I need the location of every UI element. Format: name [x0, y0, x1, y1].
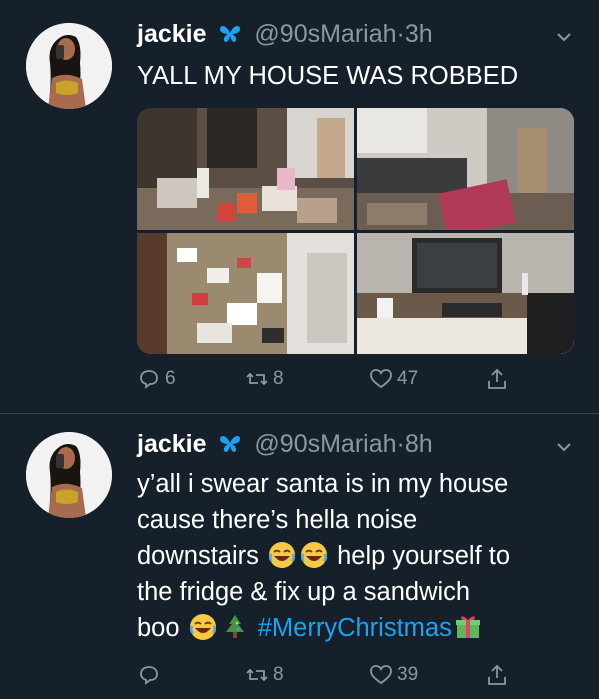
- tweet-text: YALL MY HOUSE WAS ROBBED: [137, 58, 577, 94]
- retweet-button[interactable]: 8: [245, 367, 284, 391]
- tweet-text-fragment: boo: [137, 614, 180, 642]
- separator-dot: ·: [396, 430, 405, 458]
- tweet-header: jackie @90sMariah·8h: [137, 430, 433, 459]
- reply-icon: [140, 666, 158, 685]
- avatar[interactable]: [26, 432, 112, 518]
- butterfly-icon: [213, 20, 249, 48]
- reply-button[interactable]: 6: [137, 367, 176, 391]
- retweet-button[interactable]: 8: [245, 663, 284, 687]
- reply-icon: [140, 370, 158, 389]
- tweet-text-fragment: downstairs: [137, 542, 259, 570]
- retweet-count: 8: [273, 368, 284, 389]
- media-photo-1[interactable]: [137, 108, 354, 230]
- media-photo-2[interactable]: [357, 108, 574, 230]
- avatar-photo: [26, 23, 112, 109]
- laughing-emoji-icon: [189, 614, 216, 640]
- display-name[interactable]: jackie: [137, 20, 207, 48]
- timestamp[interactable]: 3h: [405, 20, 433, 48]
- tweet-text-line: cause there’s hella noise: [137, 506, 418, 534]
- like-count: 39: [397, 664, 419, 685]
- retweet-icon: [246, 668, 268, 682]
- share-icon: [488, 368, 506, 389]
- gift-icon: [455, 616, 480, 638]
- tweet-actions: 8 39: [137, 663, 577, 693]
- tweet-text-line: downstairs help yourself to: [137, 538, 577, 574]
- media-photo-3[interactable]: [137, 232, 354, 354]
- avatar-photo: [26, 432, 112, 518]
- retweet-count: 8: [273, 664, 284, 685]
- chevron-down-icon[interactable]: [555, 438, 573, 456]
- display-name[interactable]: jackie: [137, 430, 207, 458]
- share-icon: [488, 664, 506, 685]
- heart-icon: [370, 369, 392, 389]
- tweet-2[interactable]: jackie @90sMariah·8h y’all i swear santa…: [0, 414, 599, 699]
- share-button[interactable]: [485, 367, 513, 391]
- media-grid[interactable]: [137, 108, 574, 354]
- tweet-text-line: YALL MY HOUSE WAS ROBBED: [137, 62, 519, 90]
- retweet-icon: [246, 372, 268, 386]
- like-button[interactable]: 47: [369, 367, 418, 391]
- heart-icon: [370, 665, 392, 685]
- tweet-header: jackie @90sMariah·3h: [137, 20, 433, 49]
- handle[interactable]: @90sMariah: [254, 430, 396, 458]
- separator-dot: ·: [396, 20, 405, 48]
- tweet-1[interactable]: jackie @90sMariah·3h YALL MY HOUSE WAS R…: [0, 0, 599, 413]
- like-button[interactable]: 39: [369, 663, 418, 687]
- tweet-text-fragment: help yourself to: [337, 542, 511, 570]
- media-photo-4[interactable]: [357, 232, 574, 354]
- reply-count: 6: [165, 368, 176, 389]
- timestamp[interactable]: 8h: [405, 430, 433, 458]
- laughing-emoji-icon: [268, 542, 296, 568]
- hashtag-link[interactable]: #MerryChristmas: [258, 614, 452, 642]
- tweet-text-line: the fridge & fix up a sandwich: [137, 578, 471, 606]
- share-button[interactable]: [485, 663, 513, 687]
- avatar[interactable]: [26, 23, 112, 109]
- tweet-actions: 6 8 47: [137, 367, 577, 397]
- handle[interactable]: @90sMariah: [254, 20, 396, 48]
- butterfly-icon: [213, 430, 249, 458]
- like-count: 47: [397, 368, 419, 389]
- tweet-text-line: boo #MerryChristmas: [137, 610, 577, 646]
- christmas-tree-icon: [225, 615, 244, 638]
- tweet-text: y’all i swear santa is in my house cause…: [137, 466, 577, 646]
- tweet-text-line: y’all i swear santa is in my house: [137, 470, 509, 498]
- chevron-down-icon[interactable]: [555, 28, 573, 46]
- reply-button[interactable]: [137, 663, 165, 687]
- laughing-emoji-icon: [300, 542, 328, 568]
